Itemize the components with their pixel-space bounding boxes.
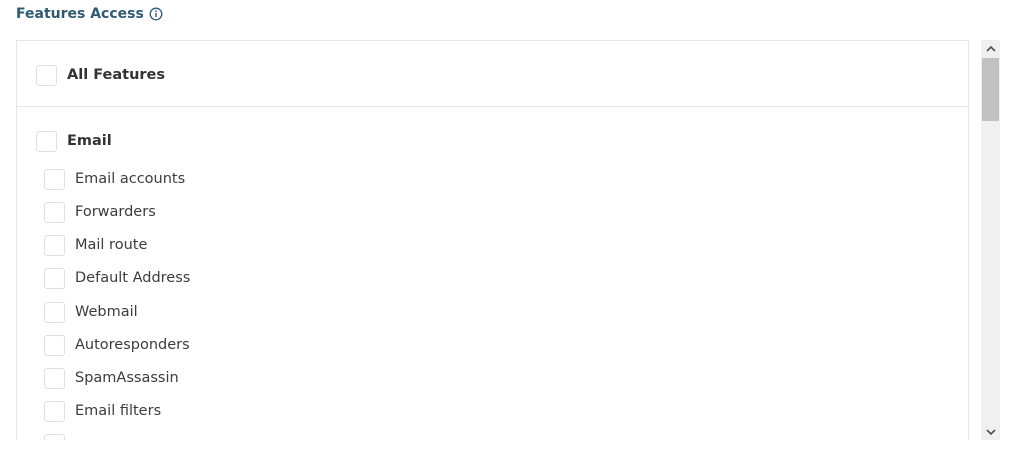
feature-checkbox[interactable] xyxy=(44,301,65,323)
feature-label: Webmail xyxy=(75,304,138,320)
feature-checkbox[interactable] xyxy=(44,334,65,356)
feature-item[interactable]: Forwarders xyxy=(44,200,156,224)
vertical-scrollbar[interactable] xyxy=(981,40,1000,440)
feature-checkbox[interactable] xyxy=(44,234,65,256)
features-access-page: Features Access All Features Email Email… xyxy=(0,0,1028,465)
feature-item[interactable]: Mail route xyxy=(44,233,147,257)
feature-item[interactable]: Webmail xyxy=(44,300,138,324)
scroll-thumb[interactable] xyxy=(982,58,999,121)
feature-item[interactable]: SpamAssassin xyxy=(44,366,179,390)
feature-checkbox[interactable] xyxy=(44,367,65,389)
feature-item[interactable]: Default Address xyxy=(44,266,190,290)
feature-label: Email filters xyxy=(75,403,162,419)
feature-label: SpamAssassin xyxy=(75,370,179,386)
feature-item[interactable]: Autoresponders xyxy=(44,333,190,357)
feature-label: Email accounts xyxy=(75,171,186,187)
features-panel: All Features Email Email accounts Forwar… xyxy=(16,40,969,465)
group-email-option[interactable]: Email xyxy=(36,129,112,153)
viewport-bottom-edge xyxy=(0,440,1028,465)
section-title: Features Access xyxy=(16,6,144,22)
feature-label: Default Address xyxy=(75,270,191,286)
all-features-label: All Features xyxy=(67,67,166,83)
feature-checkbox[interactable] xyxy=(44,267,65,289)
feature-item[interactable]: Email accounts xyxy=(44,167,185,191)
feature-label: Autoresponders xyxy=(75,337,190,353)
feature-checkbox[interactable] xyxy=(44,168,65,190)
scroll-down-icon[interactable] xyxy=(981,424,1000,440)
all-features-checkbox[interactable] xyxy=(36,64,57,86)
section-header: Features Access xyxy=(16,4,163,24)
scroll-up-icon[interactable] xyxy=(981,40,1000,56)
feature-checkbox[interactable] xyxy=(44,400,65,422)
feature-checkbox[interactable] xyxy=(44,201,65,223)
all-features-option[interactable]: All Features xyxy=(36,63,165,87)
feature-item[interactable]: Email filters xyxy=(44,399,161,423)
feature-label: Forwarders xyxy=(75,204,156,220)
feature-label: Mail route xyxy=(75,237,148,253)
email-group-label: Email xyxy=(67,133,112,149)
info-icon[interactable] xyxy=(149,7,163,21)
email-group-checkbox[interactable] xyxy=(36,130,57,152)
all-features-row: All Features xyxy=(17,41,968,107)
